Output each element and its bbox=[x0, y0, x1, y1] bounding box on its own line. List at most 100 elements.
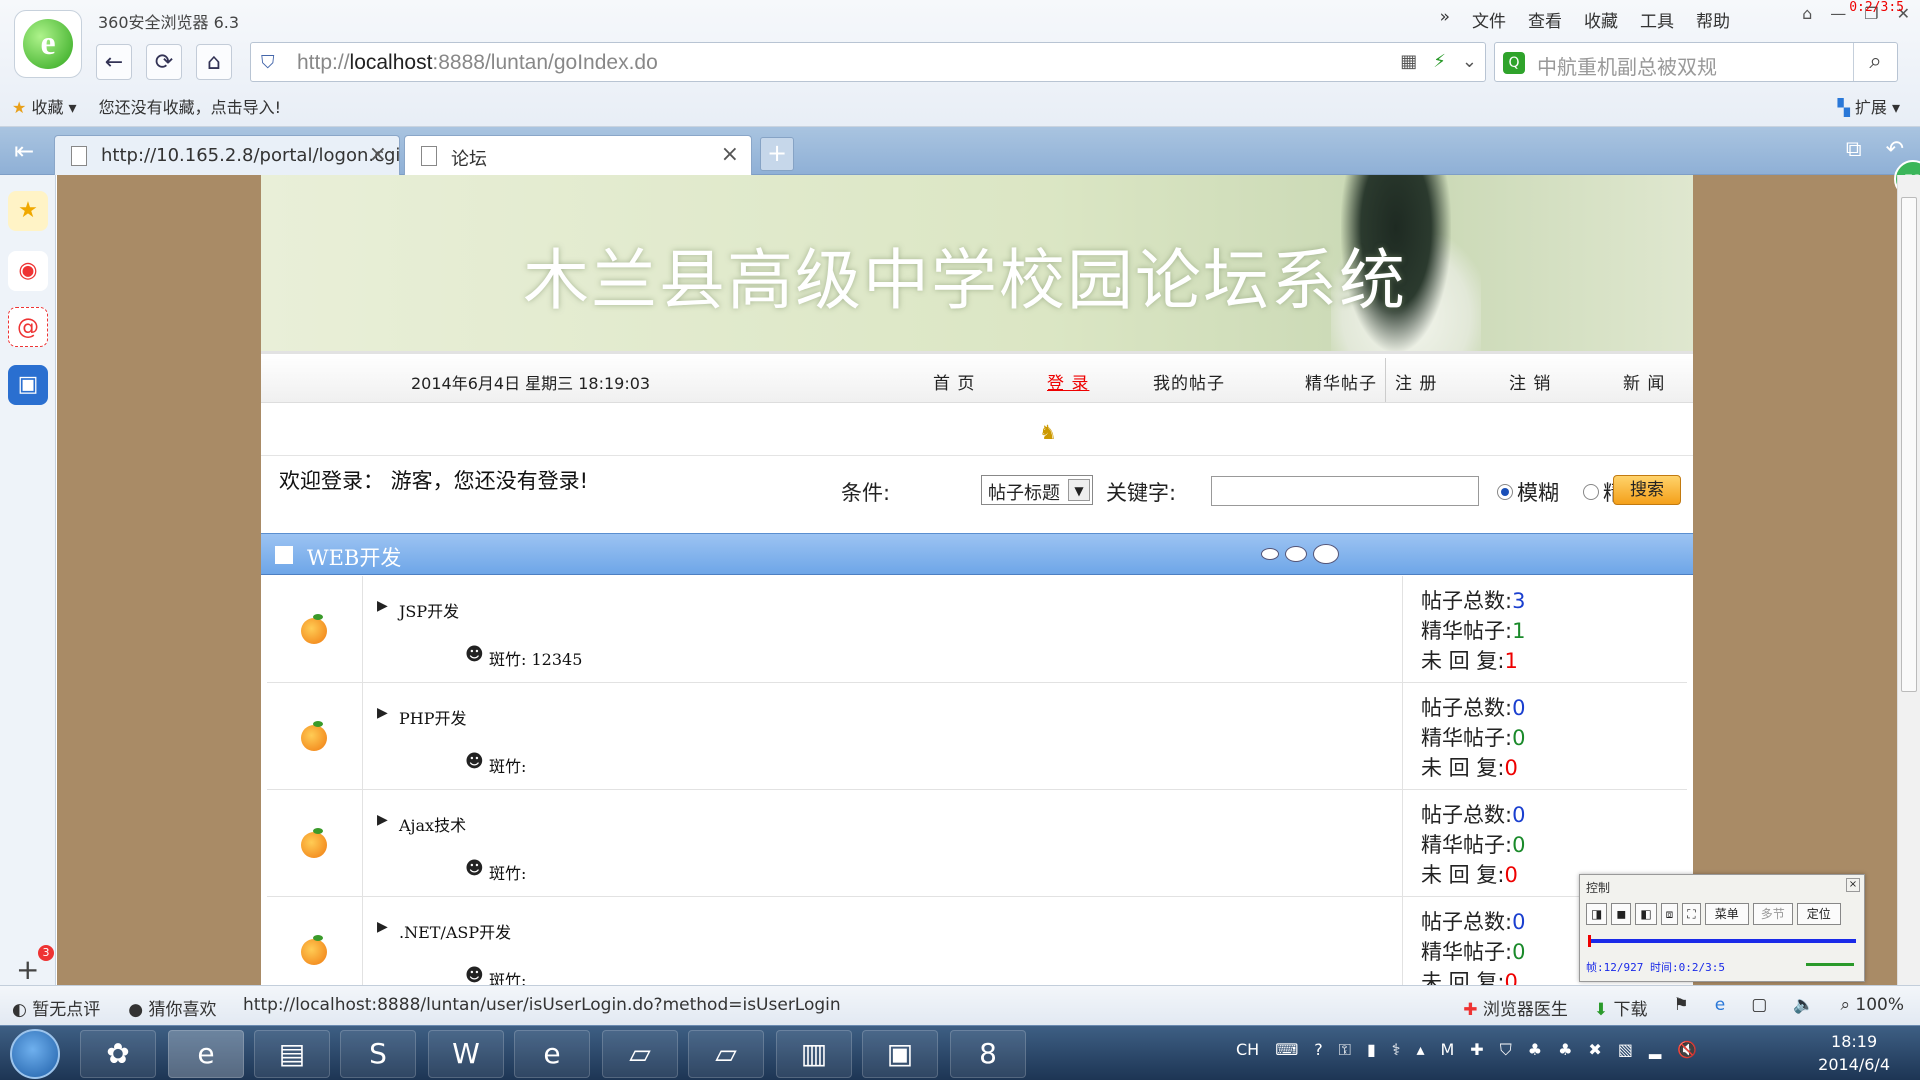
volume-mute-icon[interactable]: 🔇 bbox=[1677, 1040, 1697, 1060]
battery-icon[interactable]: ▮ bbox=[1367, 1040, 1376, 1060]
favorites-star-icon[interactable]: ★ bbox=[8, 191, 48, 231]
ie-icon[interactable]: e bbox=[1715, 995, 1725, 1020]
shield-tray-icon[interactable]: ⛉ bbox=[1500, 1040, 1512, 1060]
undo-close-icon[interactable]: ↶ bbox=[1886, 137, 1904, 162]
condition-select[interactable]: 帖子标题 ▼ bbox=[981, 475, 1093, 505]
page-scrollbar[interactable] bbox=[1897, 175, 1920, 985]
locate-button[interactable]: 定位 bbox=[1796, 903, 1841, 925]
nav-home[interactable]: 首 页 bbox=[933, 369, 975, 394]
notepad-icon[interactable]: ▱ bbox=[602, 1030, 678, 1078]
add-sidebar-icon[interactable]: + bbox=[16, 953, 39, 986]
sogou-icon[interactable]: S bbox=[340, 1030, 416, 1078]
menu-favorites[interactable]: 收藏 bbox=[1584, 7, 1618, 32]
search-box[interactable]: Q 中航重机副总被双规 ⌕ bbox=[1494, 42, 1898, 82]
extensions-button[interactable]: ▚ 扩展 ▾ bbox=[1837, 94, 1900, 118]
close-tab-icon[interactable]: × bbox=[721, 142, 739, 167]
browser-logo[interactable]: e bbox=[14, 10, 82, 78]
nav-news[interactable]: 新 闻 bbox=[1623, 369, 1665, 394]
recommend-button[interactable]: ● 猜你喜欢 bbox=[128, 995, 216, 1020]
board-title[interactable]: Ajax技术 bbox=[399, 812, 466, 836]
refresh-button[interactable]: ⟳ bbox=[146, 44, 182, 80]
video-thumbnail-icon[interactable]: ▣ bbox=[862, 1030, 938, 1078]
search-icon[interactable]: ⌕ bbox=[1853, 43, 1897, 81]
eclipse-icon[interactable]: 8 bbox=[950, 1030, 1026, 1078]
mail-icon[interactable]: @ bbox=[8, 307, 48, 347]
radio-exact-dot[interactable] bbox=[1583, 484, 1599, 500]
nav-my-posts[interactable]: 我的帖子 bbox=[1153, 369, 1225, 394]
skin-icon[interactable]: ⌂ bbox=[1802, 4, 1812, 23]
multi-button[interactable]: 多节 bbox=[1752, 903, 1793, 925]
qq-icon[interactable]: ♣ bbox=[1528, 1040, 1542, 1060]
scroll-thumb[interactable] bbox=[1901, 197, 1917, 692]
start-button[interactable] bbox=[10, 1029, 60, 1079]
nav-login[interactable]: 登 录 bbox=[1047, 369, 1089, 394]
search-engine-icon[interactable]: Q bbox=[1503, 52, 1525, 74]
nav-logout[interactable]: 注 销 bbox=[1509, 369, 1551, 394]
apps-icon[interactable]: ▣ bbox=[8, 365, 48, 405]
menu-help[interactable]: 帮助 bbox=[1696, 7, 1730, 32]
download-button[interactable]: ⬇ 下载 bbox=[1594, 995, 1648, 1020]
sound-icon[interactable]: 🔈 bbox=[1793, 995, 1814, 1020]
plus-icon[interactable]: ✚ bbox=[1470, 1040, 1483, 1060]
menu-tools[interactable]: 工具 bbox=[1640, 7, 1674, 32]
menu-button[interactable]: 菜单 bbox=[1704, 903, 1749, 925]
help-icon[interactable]: ? bbox=[1314, 1040, 1323, 1060]
fit-icon[interactable]: ⧈ bbox=[1660, 903, 1679, 925]
close-tab-icon[interactable]: × bbox=[369, 142, 387, 167]
lightning-icon[interactable]: ⚡ bbox=[1433, 51, 1446, 72]
weibo-icon[interactable]: ◉ bbox=[8, 251, 48, 291]
notepad2-icon[interactable]: ▱ bbox=[688, 1030, 764, 1078]
tray-icon[interactable]: ⚿ bbox=[1339, 1040, 1351, 1060]
window-icon[interactable]: ▢ bbox=[1751, 995, 1767, 1020]
frame-forward-icon[interactable]: ◧ bbox=[1635, 903, 1657, 925]
ie-taskbar-icon[interactable]: e bbox=[514, 1030, 590, 1078]
keyword-input[interactable] bbox=[1211, 476, 1479, 506]
address-bar[interactable]: ⛉ http://localhost:8888/luntan/goIndex.d… bbox=[250, 42, 1486, 82]
keyboard-icon[interactable]: ⌨ bbox=[1275, 1040, 1298, 1060]
playback-track[interactable] bbox=[1588, 939, 1856, 943]
360-guard-icon[interactable]: ⚕ bbox=[1392, 1040, 1401, 1060]
media-app-icon[interactable]: ✿ bbox=[80, 1030, 156, 1078]
flag-icon[interactable]: ⚑ bbox=[1674, 995, 1689, 1020]
board-title[interactable]: PHP开发 bbox=[399, 705, 467, 729]
nav-register[interactable]: 注 册 bbox=[1395, 369, 1437, 394]
back-button[interactable]: ← bbox=[96, 44, 132, 80]
tab-portal[interactable]: http://10.165.2.8/portal/logon.cgi × bbox=[54, 135, 400, 175]
browser-doctor-button[interactable]: ✚ 浏览器医生 bbox=[1463, 995, 1568, 1020]
radio-fuzzy[interactable]: 模糊 bbox=[1497, 477, 1559, 507]
search-input[interactable]: 中航重机副总被双规 bbox=[1537, 51, 1717, 80]
volume-slider[interactable] bbox=[1806, 963, 1854, 966]
favorites-button[interactable]: ★ 收藏 ▾ bbox=[12, 94, 77, 118]
language-indicator[interactable]: CH bbox=[1236, 1040, 1259, 1060]
word-icon[interactable]: W bbox=[428, 1030, 504, 1078]
favorites-import-hint[interactable]: 您还没有收藏，点击导入! bbox=[99, 94, 281, 118]
network-x-icon[interactable]: ✖ bbox=[1588, 1040, 1601, 1060]
signal-icon[interactable]: ▂ bbox=[1649, 1040, 1661, 1060]
tab-forum[interactable]: 论坛 × bbox=[404, 135, 752, 175]
restore-tab-icon[interactable]: ⧉ bbox=[1846, 137, 1862, 162]
board-title[interactable]: JSP开发 bbox=[399, 598, 459, 622]
menu-overflow-icon[interactable]: » bbox=[1440, 7, 1450, 32]
close-icon[interactable]: × bbox=[1846, 878, 1860, 892]
minimize-icon[interactable]: — bbox=[1830, 4, 1846, 23]
menu-view[interactable]: 查看 bbox=[1528, 7, 1562, 32]
stop-icon[interactable]: ◼ bbox=[1611, 903, 1632, 925]
playhead[interactable] bbox=[1588, 935, 1591, 947]
360-browser-taskbar-icon[interactable]: e bbox=[168, 1030, 244, 1078]
chevron-down-icon[interactable]: ⌄ bbox=[1462, 51, 1477, 72]
board-title[interactable]: .NET/ASP开发 bbox=[399, 919, 511, 943]
clock[interactable]: 18:19 2014/6/4 bbox=[1818, 1030, 1890, 1076]
qr-code-icon[interactable]: ▦ bbox=[1400, 51, 1417, 72]
dropdown-arrow-icon[interactable]: ▼ bbox=[1068, 479, 1090, 501]
search-button[interactable]: 搜索 bbox=[1613, 475, 1681, 505]
menu-file[interactable]: 文件 bbox=[1472, 7, 1506, 32]
frame-back-icon[interactable]: ◨ bbox=[1586, 903, 1608, 925]
no-review-button[interactable]: ◐ 暂无点评 bbox=[12, 995, 100, 1020]
collapse-sidebar-icon[interactable]: ⇤ bbox=[14, 137, 34, 165]
toolbox-icon[interactable]: ▥ bbox=[776, 1030, 852, 1078]
new-tab-button[interactable]: + bbox=[760, 137, 794, 171]
qq2-icon[interactable]: ♣ bbox=[1558, 1040, 1572, 1060]
fullscreen-icon[interactable]: ⛶ bbox=[1682, 903, 1701, 925]
m-icon[interactable]: M bbox=[1440, 1040, 1454, 1060]
address-text[interactable]: http://localhost:8888/luntan/goIndex.do bbox=[297, 51, 658, 75]
